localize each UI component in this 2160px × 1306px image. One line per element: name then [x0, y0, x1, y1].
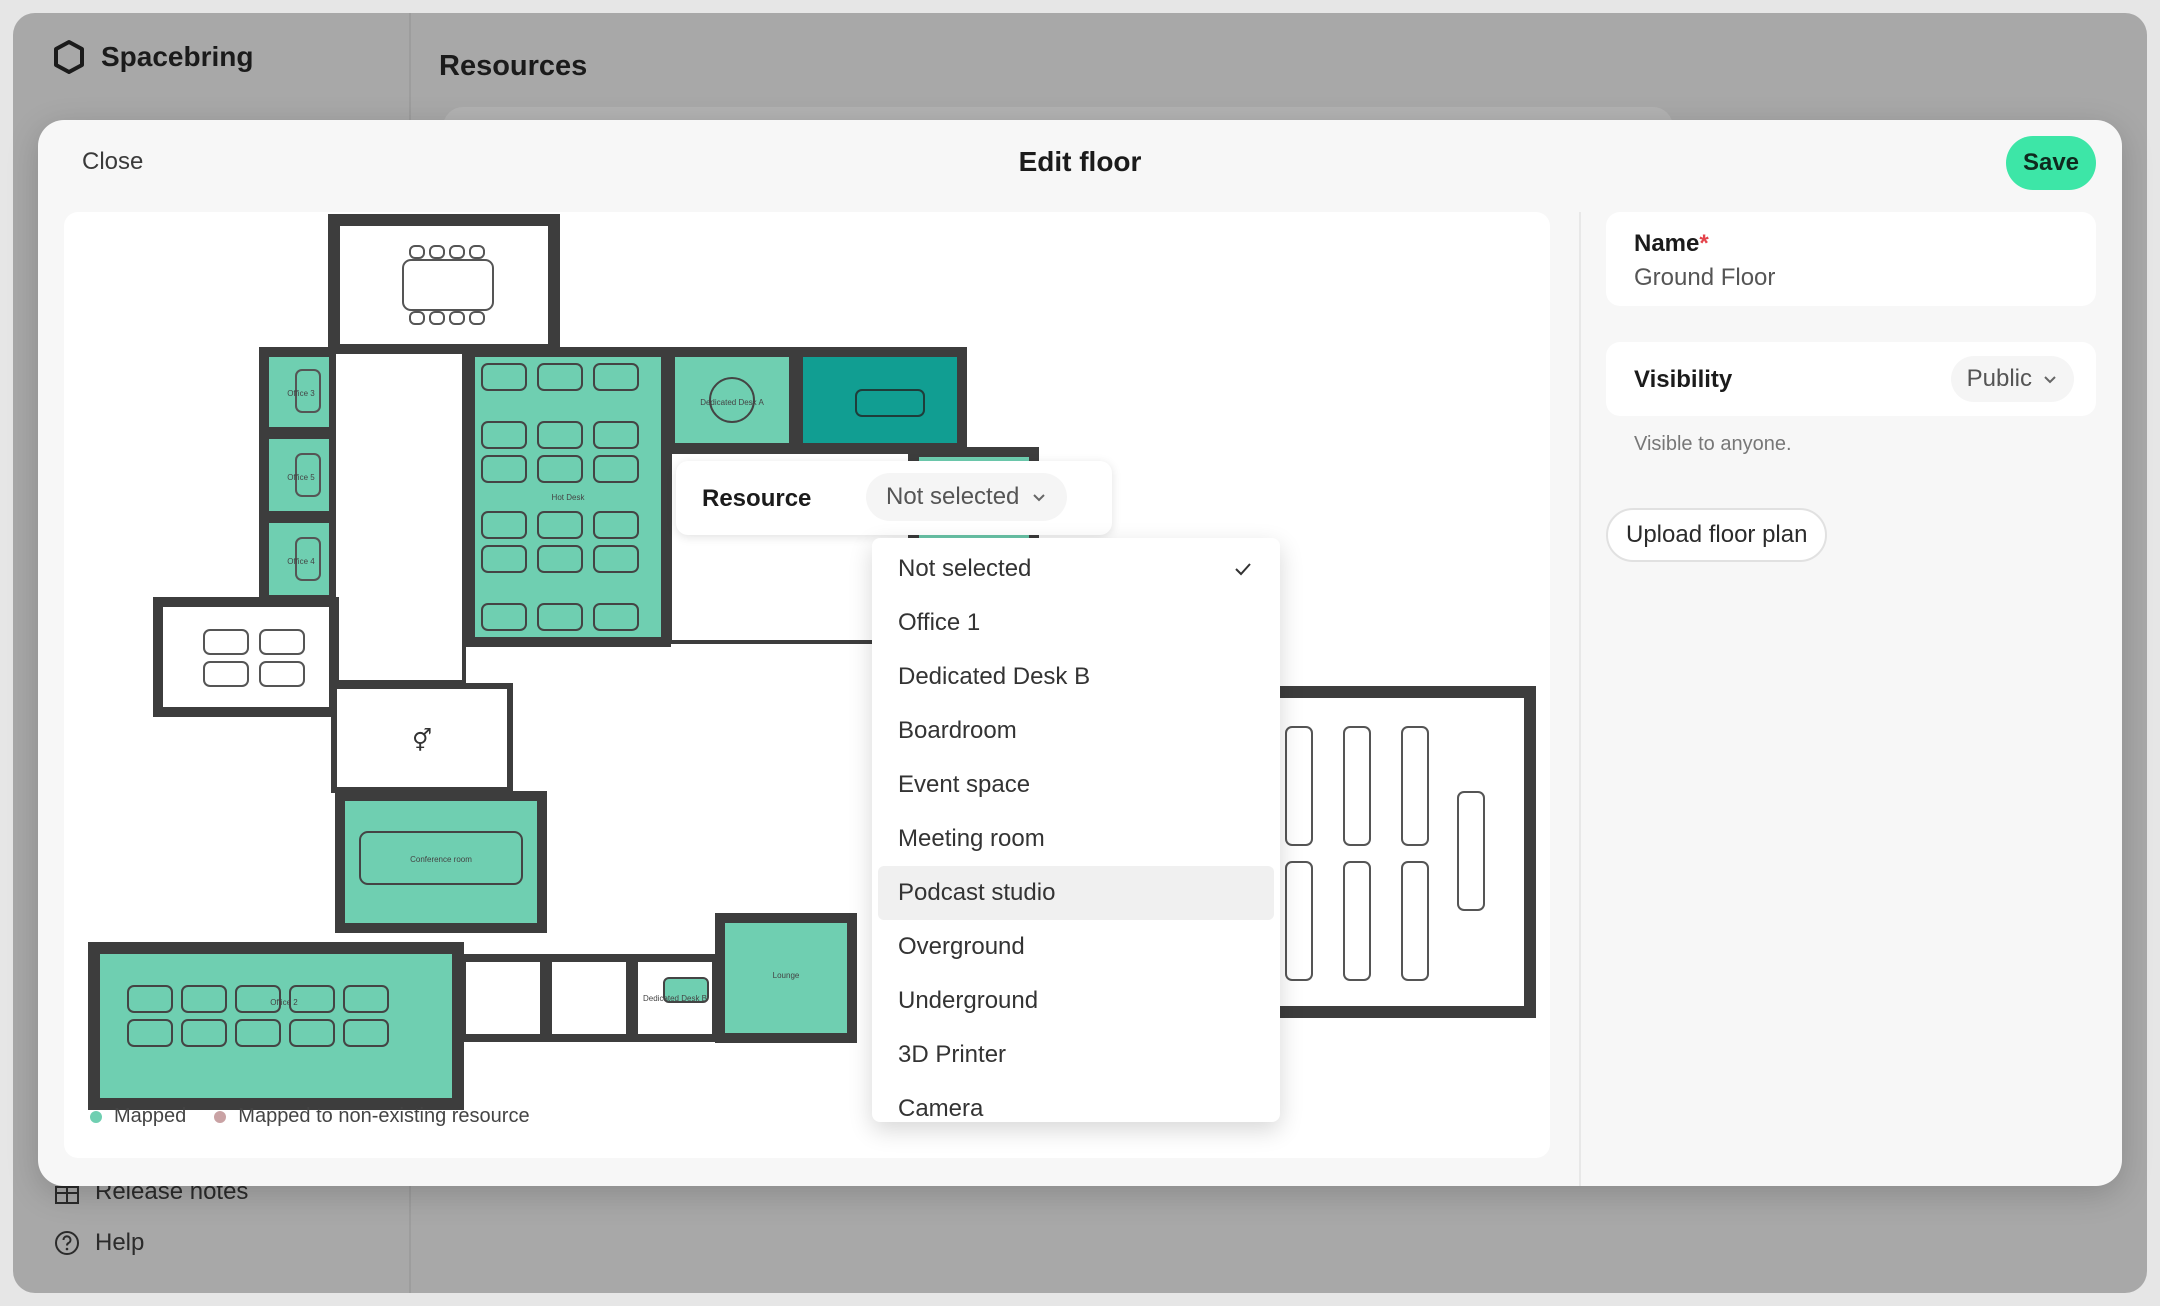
option-dedicated-desk-b[interactable]: Dedicated Desk B: [878, 650, 1274, 704]
name-field[interactable]: Name* Ground Floor: [1606, 212, 2096, 306]
option-event-space[interactable]: Event space: [878, 758, 1274, 812]
brand[interactable]: Spacebring: [51, 39, 253, 75]
option-camera[interactable]: Camera: [878, 1082, 1274, 1122]
floor-plan-canvas[interactable]: Office 3 Office 5 Office 4 Hot Desk Dedi…: [64, 212, 1550, 1158]
corridor: [332, 350, 466, 684]
save-button[interactable]: Save: [2006, 136, 2096, 190]
room-small-desk-1[interactable]: [458, 954, 548, 1042]
mapped-dot: [90, 1110, 102, 1123]
option-label: Dedicated Desk B: [898, 663, 1091, 690]
conference-room-label: Conference room: [410, 855, 472, 864]
name-value: Ground Floor: [1634, 264, 1776, 291]
option-label: Podcast studio: [898, 879, 1056, 906]
spacebring-logo-icon: [54, 40, 84, 74]
chevron-down-icon: [2044, 376, 2056, 384]
option-office-1[interactable]: Office 1: [878, 596, 1274, 650]
check-icon: [1235, 563, 1251, 576]
legend-mapped-label: Mapped: [114, 1105, 187, 1127]
brand-name: Spacebring: [101, 41, 254, 72]
option-label: Boardroom: [898, 717, 1017, 744]
option-boardroom[interactable]: Boardroom: [878, 704, 1274, 758]
modal-title: Edit floor: [1018, 146, 1142, 177]
option-label: Overground: [898, 933, 1025, 960]
option-label: Office 1: [898, 609, 981, 636]
help-circle-icon: [55, 1231, 79, 1255]
option-overground[interactable]: Overground: [878, 920, 1274, 974]
room-office-2[interactable]: [88, 942, 464, 1110]
option-3d-printer[interactable]: 3D Printer: [878, 1028, 1274, 1082]
office-2-label: Office 2: [270, 998, 298, 1007]
name-label: Name*: [1634, 230, 1709, 258]
office-5-label: Office 5: [287, 473, 315, 482]
legend-unmapped-label: Mapped to non-existing resource: [238, 1105, 530, 1127]
edit-floor-modal: Close Edit floor Save Office 3 Office 5 …: [38, 120, 2122, 1186]
option-underground[interactable]: Underground: [878, 974, 1274, 1028]
office-4-label: Office 4: [287, 557, 315, 566]
sidebar-item-label: Help: [95, 1229, 145, 1256]
option-podcast-studio[interactable]: Podcast studio: [878, 866, 1274, 920]
dedicated-desk-b-label: Dedicated Desk B: [643, 994, 707, 1003]
visibility-field: Visibility Public: [1606, 342, 2096, 416]
dedicated-desk-a-label: Dedicated Desk A: [700, 398, 764, 407]
visibility-hint: Visible to anyone.: [1634, 433, 1792, 455]
room-left-meeting[interactable]: [153, 597, 339, 717]
option-label: 3D Printer: [898, 1041, 1007, 1068]
restroom-icon: ⚥: [412, 727, 432, 754]
resource-dropdown: Not selected Office 1 Dedicated Desk B B…: [872, 538, 1280, 1122]
visibility-value: Public: [1966, 365, 2032, 392]
hot-desk-label: Hot Desk: [552, 493, 586, 502]
office-3-label: Office 3: [287, 389, 315, 398]
upload-floor-plan-button[interactable]: Upload floor plan: [1606, 508, 1828, 562]
lounge-label: Lounge: [773, 971, 800, 980]
chevron-down-icon: [1033, 494, 1046, 502]
resource-select[interactable]: Not selected: [866, 473, 1068, 521]
close-button[interactable]: Close: [82, 148, 143, 176]
option-label: Not selected: [898, 555, 1032, 582]
option-label: Event space: [898, 771, 1031, 798]
option-label: Underground: [898, 987, 1039, 1014]
visibility-label: Visibility: [1634, 366, 1733, 393]
option-meeting-room[interactable]: Meeting room: [878, 812, 1274, 866]
floor-plan-legend: Mapped Mapped to non-existing resource: [90, 1105, 530, 1128]
option-label: Camera: [898, 1095, 984, 1122]
resource-select-value: Not selected: [886, 483, 1020, 510]
resource-label: Resource: [702, 485, 812, 512]
name-label-text: Name: [1634, 230, 1700, 257]
required-marker: *: [1699, 230, 1709, 257]
option-not-selected[interactable]: Not selected: [878, 542, 1274, 596]
resource-popover: Resource Not selected: [676, 461, 1112, 535]
sidebar-item-help[interactable]: Help: [53, 1229, 144, 1257]
visibility-select[interactable]: Public: [1950, 356, 2074, 402]
page-title: Resources: [439, 50, 588, 82]
floor-plan-drawing: Office 3 Office 5 Office 4 Hot Desk Dedi…: [88, 214, 1536, 1110]
unmapped-dot: [214, 1110, 227, 1123]
room-selected[interactable]: [793, 347, 967, 453]
table: [402, 259, 494, 311]
room-small-desk-2[interactable]: [544, 954, 634, 1042]
panel-divider: [1579, 212, 1581, 1186]
option-label: Meeting room: [898, 825, 1045, 852]
